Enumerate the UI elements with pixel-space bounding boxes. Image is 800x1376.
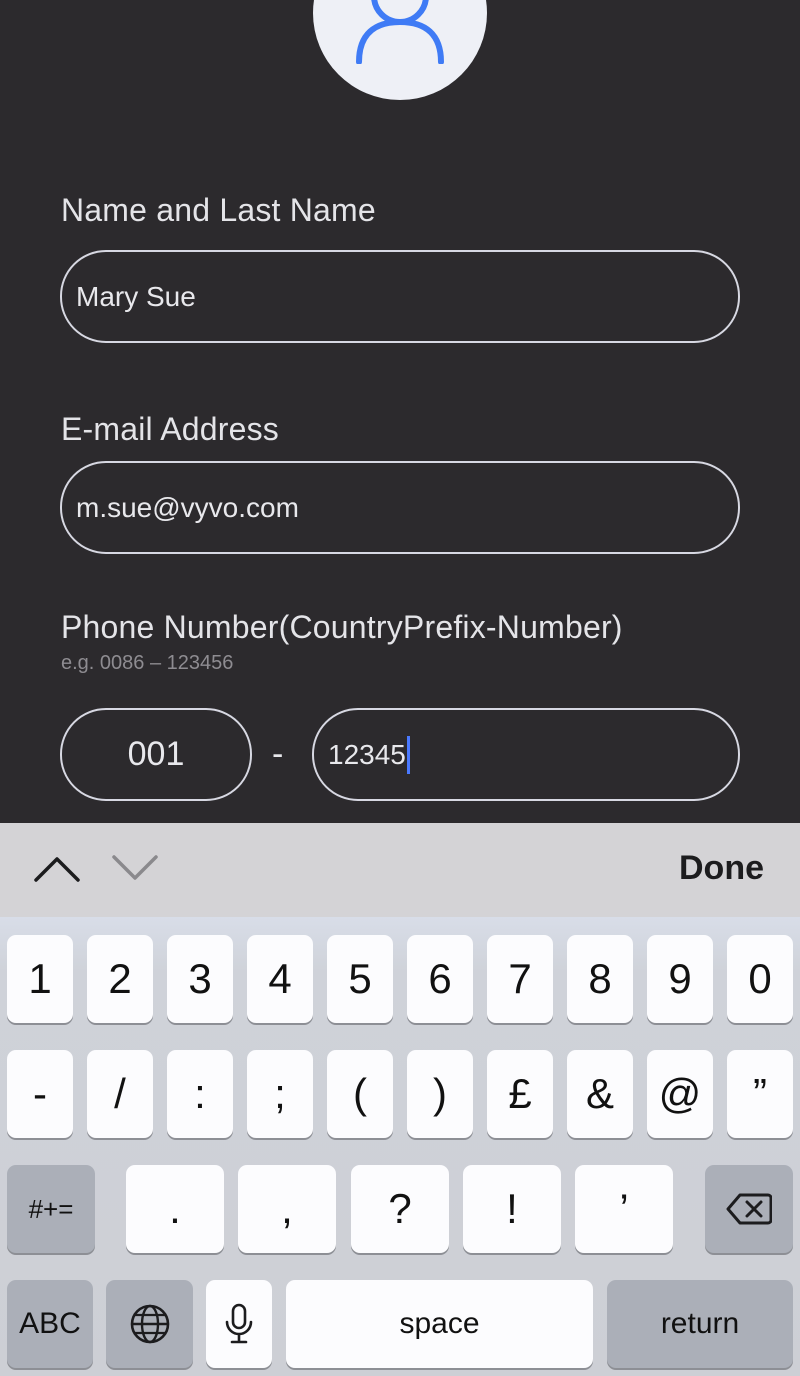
key-2[interactable]: 2 — [87, 935, 153, 1023]
space-key[interactable]: space — [286, 1280, 593, 1368]
key-pound[interactable]: £ — [487, 1050, 553, 1138]
abc-key[interactable]: ABC — [7, 1280, 93, 1368]
key-7[interactable]: 7 — [487, 935, 553, 1023]
key-9[interactable]: 9 — [647, 935, 713, 1023]
key-exclamation[interactable]: ! — [463, 1165, 561, 1253]
symbols-toggle-key[interactable]: #+= — [7, 1165, 95, 1253]
dictation-key[interactable] — [206, 1280, 272, 1368]
key-8[interactable]: 8 — [567, 935, 633, 1023]
key-colon[interactable]: : — [167, 1050, 233, 1138]
text-caret — [406, 735, 410, 774]
name-input[interactable]: Mary Sue — [60, 250, 740, 343]
phone-number-input[interactable]: 12345 — [312, 708, 740, 801]
key-5[interactable]: 5 — [327, 935, 393, 1023]
keyboard-accessory-bar: Done — [0, 823, 800, 917]
numeric-keyboard: 1 2 3 4 5 6 7 8 9 0 - / : ; ( ) £ & @ ” … — [0, 917, 800, 1376]
name-label: Name and Last Name — [61, 192, 376, 228]
phone-separator: - — [272, 735, 284, 773]
globe-icon — [130, 1304, 169, 1344]
key-close-paren[interactable]: ) — [407, 1050, 473, 1138]
key-1[interactable]: 1 — [7, 935, 73, 1023]
globe-key[interactable] — [106, 1280, 193, 1368]
name-input-value: Mary Sue — [76, 280, 196, 312]
key-question[interactable]: ? — [351, 1165, 449, 1253]
phone-hint: e.g. 0086 – 123456 — [61, 652, 234, 674]
key-open-paren[interactable]: ( — [327, 1050, 393, 1138]
key-4[interactable]: 4 — [247, 935, 313, 1023]
microphone-icon — [225, 1303, 253, 1344]
backspace-icon — [726, 1193, 772, 1225]
key-slash[interactable]: / — [87, 1050, 153, 1138]
key-0[interactable]: 0 — [727, 935, 793, 1023]
done-button[interactable]: Done — [679, 849, 764, 888]
key-ampersand[interactable]: & — [567, 1050, 633, 1138]
key-3[interactable]: 3 — [167, 935, 233, 1023]
key-semicolon[interactable]: ; — [247, 1050, 313, 1138]
email-label: E-mail Address — [61, 411, 279, 447]
profile-avatar[interactable] — [313, 0, 487, 100]
key-6[interactable]: 6 — [407, 935, 473, 1023]
key-comma[interactable]: , — [238, 1165, 336, 1253]
phone-prefix-value: 001 — [127, 735, 185, 773]
phone-prefix-input[interactable]: 001 — [60, 708, 252, 801]
key-at[interactable]: @ — [647, 1050, 713, 1138]
key-apostrophe[interactable]: ’ — [575, 1165, 673, 1253]
email-input[interactable]: m.sue@vyvo.com — [60, 461, 740, 554]
key-period[interactable]: . — [126, 1165, 224, 1253]
chevron-down-icon[interactable] — [112, 853, 158, 883]
phone-label: Phone Number(CountryPrefix-Number) — [61, 609, 623, 645]
user-icon — [356, 0, 444, 64]
phone-number-value: 12345 — [328, 738, 406, 770]
key-hyphen[interactable]: - — [7, 1050, 73, 1138]
return-key[interactable]: return — [607, 1280, 793, 1368]
email-input-value: m.sue@vyvo.com — [76, 491, 299, 523]
delete-key[interactable] — [705, 1165, 793, 1253]
chevron-up-icon[interactable] — [34, 853, 80, 883]
key-quote[interactable]: ” — [727, 1050, 793, 1138]
